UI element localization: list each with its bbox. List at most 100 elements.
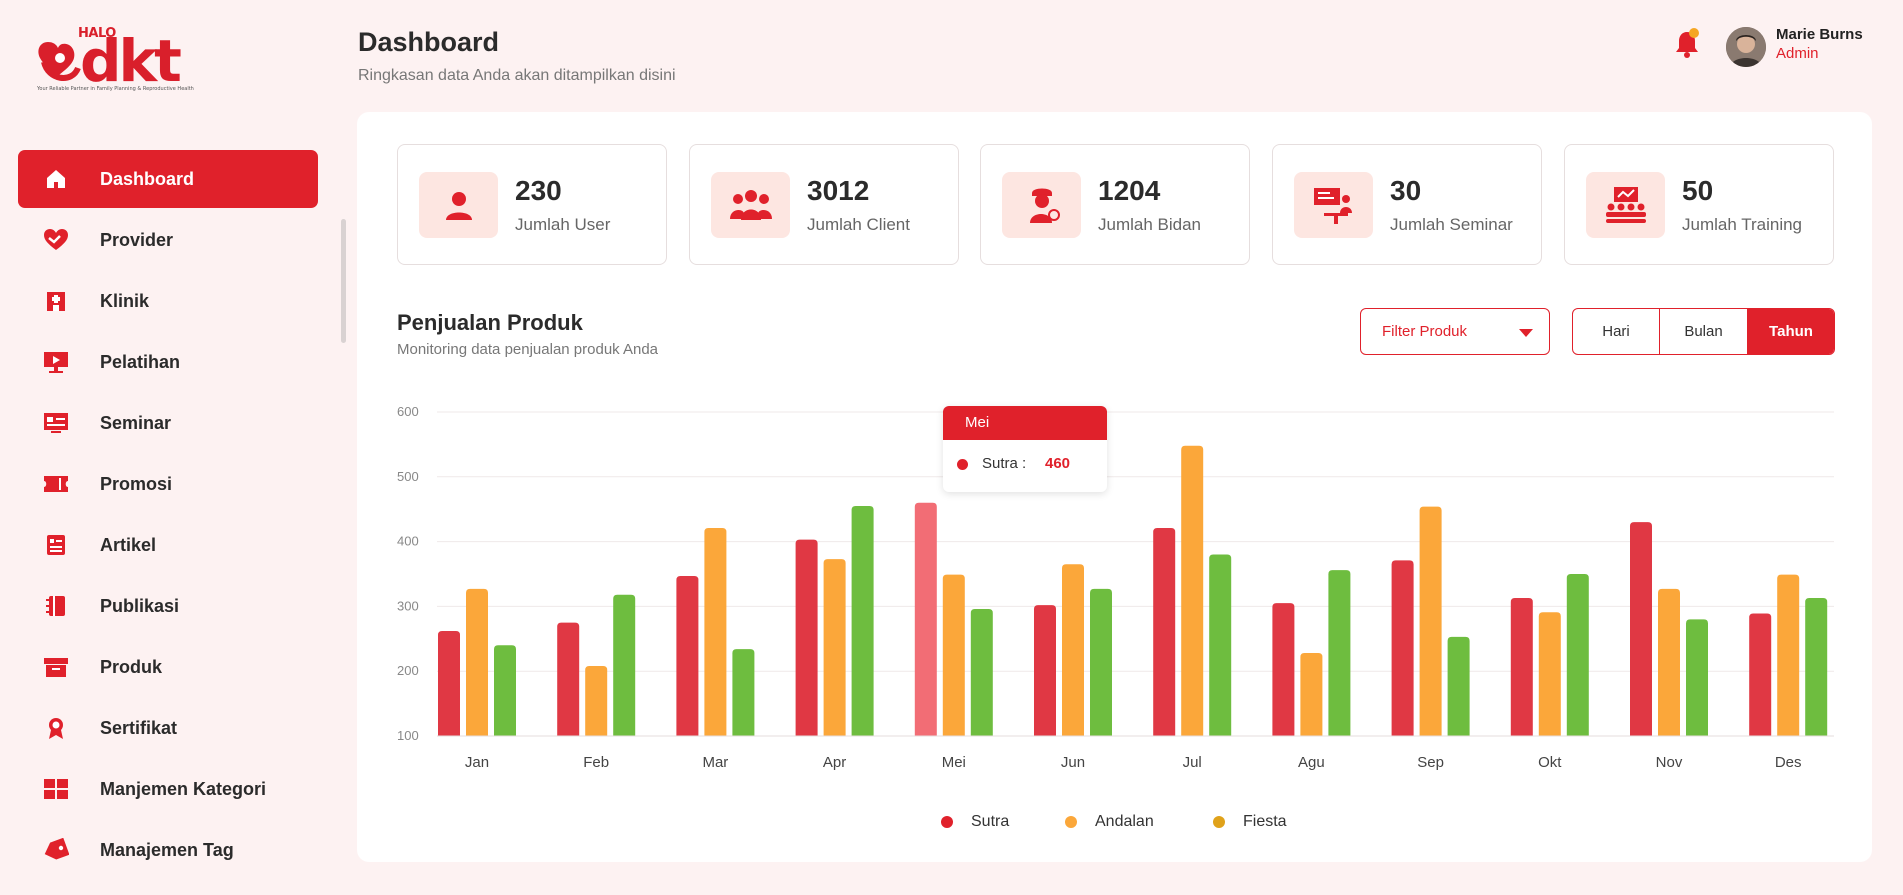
sidebar: HALO dkt Your Reliable Partner in Family…	[0, 0, 340, 895]
legend-dot	[941, 816, 953, 828]
y-tick-label: 300	[397, 598, 419, 613]
bar-andalan	[1181, 445, 1204, 736]
box-icon	[42, 653, 70, 681]
award-icon	[42, 714, 70, 742]
legend-item-fiesta[interactable]: Fiesta	[1213, 813, 1287, 831]
page-subtitle: Ringkasan data Anda akan ditampilkan dis…	[358, 67, 676, 84]
bar-andalan	[823, 559, 846, 736]
sidebar-item-provider[interactable]: Provider	[18, 211, 318, 269]
grid-icon	[42, 775, 70, 803]
sidebar-item-label: Sertifikat	[100, 717, 178, 738]
x-tick-label: Jan	[465, 754, 489, 771]
sidebar-item-publikasi[interactable]: Publikasi	[18, 577, 318, 635]
sidebar-item-label: Pelatihan	[100, 351, 181, 372]
tag-icon	[42, 836, 70, 864]
bar-sutra	[1272, 603, 1295, 736]
bar-sutra	[1153, 527, 1176, 736]
sidebar-item-sertifikat[interactable]: Sertifikat	[18, 699, 318, 757]
bar-fiesta	[1209, 554, 1232, 736]
sidebar-item-label: Manjemen Kategori	[100, 778, 267, 799]
sidebar-item-label: Manajemen Tag	[100, 839, 234, 860]
x-tick-label: Feb	[583, 754, 609, 771]
y-tick-label: 200	[397, 663, 419, 678]
bar-andalan	[1419, 506, 1442, 736]
x-tick-label: Jun	[1061, 754, 1085, 771]
x-tick-label: Mei	[942, 754, 966, 771]
tooltip-series-label: Sutra :	[982, 455, 1027, 472]
sidebar-nav: Dashboard Provider Klinik Pelatihan Semi…	[18, 150, 318, 882]
bar-fiesta	[1566, 574, 1589, 736]
bar-fiesta	[851, 505, 874, 736]
sidebar-item-label: Publikasi	[100, 595, 180, 616]
bar-sutra	[438, 631, 460, 736]
sidebar-item-produk[interactable]: Produk	[18, 638, 318, 696]
book-icon	[42, 592, 70, 620]
sidebar-item-label: Artikel	[100, 534, 157, 555]
clinic-icon	[42, 287, 70, 315]
sidebar-item-artikel[interactable]: Artikel	[18, 516, 318, 574]
x-tick-label: Agu	[1298, 754, 1325, 771]
sidebar-item-pelatihan[interactable]: Pelatihan	[18, 333, 318, 391]
bar-andalan	[1777, 574, 1800, 736]
sidebar-item-label: Provider	[100, 229, 174, 250]
y-tick-label: 100	[397, 728, 419, 743]
bar-fiesta	[1090, 588, 1112, 736]
page-title: Dashboard	[358, 27, 500, 57]
legend-label: Sutra	[971, 813, 1010, 830]
logo-tagline: Your Reliable Partner in Family Planning…	[37, 86, 194, 92]
sidebar-item-promosi[interactable]: Promosi	[18, 455, 318, 513]
bar-andalan	[585, 666, 608, 736]
legend-dot	[1065, 816, 1077, 828]
sidebar-item-manjemen-kategori[interactable]: Manjemen Kategori	[18, 760, 318, 818]
x-tick-label: Des	[1775, 754, 1802, 771]
x-tick-label: Okt	[1538, 754, 1562, 771]
sidebar-item-label: Dashboard	[100, 168, 195, 189]
user-name[interactable]: Marie Burns	[1776, 26, 1863, 43]
main-panel: 230 Jumlah User 3012 Jumlah Client 1204 …	[357, 112, 1872, 862]
legend-item-sutra[interactable]: Sutra	[941, 813, 1009, 831]
bar-andalan	[466, 588, 488, 736]
sidebar-item-label: Klinik	[100, 290, 150, 311]
sidebar-scrollbar[interactable]	[341, 219, 346, 343]
y-tick-label: 600	[397, 404, 419, 419]
bar-sutra	[1510, 597, 1533, 736]
bar-fiesta	[1447, 636, 1470, 736]
bar-andalan	[1300, 653, 1323, 736]
heart-handshake-icon	[42, 226, 70, 254]
article-icon	[42, 531, 70, 559]
x-tick-label: Sep	[1417, 754, 1444, 771]
training-board-icon	[42, 348, 70, 376]
bar-fiesta	[970, 608, 993, 736]
logo-brand-text: dkt	[80, 27, 182, 95]
bar-andalan	[1538, 612, 1561, 736]
bar-sutra	[557, 622, 580, 736]
halo-dkt-logo[interactable]: HALO dkt Your Reliable Partner in Family…	[34, 22, 194, 98]
x-tick-label: Nov	[1656, 754, 1683, 771]
bar-fiesta	[494, 645, 516, 736]
x-tick-label: Mar	[702, 754, 728, 771]
bar-sutra	[1749, 613, 1772, 736]
bar-sutra	[1034, 605, 1056, 736]
bar-sutra	[1630, 522, 1652, 736]
sidebar-item-manajemen-tag[interactable]: Manajemen Tag	[18, 821, 318, 879]
bar-andalan	[1658, 588, 1680, 736]
legend-label: Fiesta	[1243, 813, 1287, 830]
ticket-icon	[42, 470, 70, 498]
bar-sutra	[795, 539, 818, 736]
sidebar-item-klinik[interactable]: Klinik	[18, 272, 318, 330]
bar-fiesta	[732, 649, 755, 736]
tooltip-month: Mei	[943, 406, 1107, 440]
sidebar-item-seminar[interactable]: Seminar	[18, 394, 318, 452]
x-tick-label: Jul	[1183, 754, 1202, 771]
bar-fiesta	[1328, 570, 1351, 736]
avatar[interactable]	[1726, 27, 1766, 67]
legend-dot	[1213, 816, 1225, 828]
sidebar-item-dashboard[interactable]: Dashboard	[18, 150, 318, 208]
legend-item-andalan[interactable]: Andalan	[1065, 813, 1154, 831]
seminar-screen-icon	[42, 409, 70, 437]
home-icon	[42, 165, 70, 193]
sidebar-item-label: Promosi	[100, 473, 173, 494]
legend-label: Andalan	[1095, 813, 1154, 830]
bar-sutra	[676, 575, 699, 736]
y-tick-label: 400	[397, 534, 419, 549]
